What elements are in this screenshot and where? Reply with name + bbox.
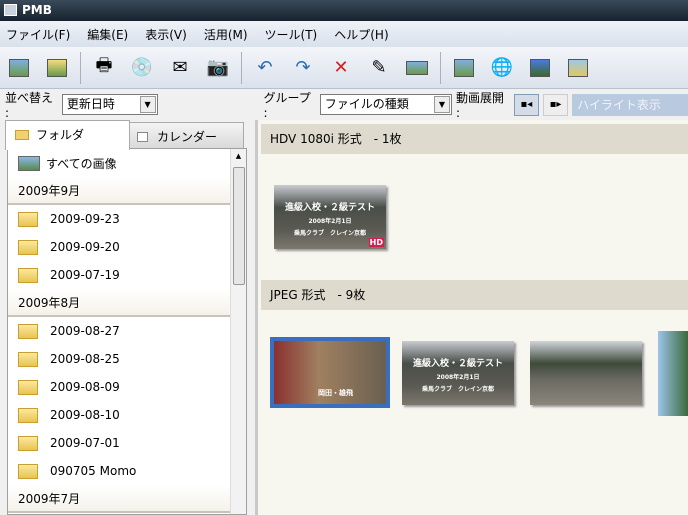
sort-value: 更新日時	[66, 97, 115, 111]
collapse-video-button[interactable]: ▪◂	[513, 93, 539, 116]
item-label: 2009-08-25	[50, 352, 120, 366]
export-map-icon[interactable]	[563, 53, 593, 83]
thumb-title: 進級入校・２級テスト	[412, 359, 503, 369]
item-label: 090705 Momo	[50, 464, 137, 478]
item-label: 2009-08-27	[50, 324, 120, 338]
folder-icon	[18, 239, 38, 255]
left-panel: カレンダー フォルダ すべての画像 2009年9月 2009-09-23 200…	[0, 120, 258, 515]
title-bar: PMB	[0, 0, 688, 21]
folder-icon	[18, 323, 38, 339]
folder-icon	[18, 267, 38, 283]
thumbnail[interactable]	[530, 341, 642, 405]
list-item[interactable]: 2009-09-23	[8, 205, 230, 233]
list-item[interactable]: 090705 Momo	[8, 457, 230, 485]
list-item[interactable]: 2009-08-25	[8, 345, 230, 373]
thumbnail-video[interactable]: 進級入校・２級テスト 2008年2月1日 乗馬クラブ クレイン京都 HD	[274, 185, 386, 249]
menu-view[interactable]: 表示(V)	[145, 26, 187, 43]
thumb-date: 2008年2月1日	[436, 374, 480, 381]
item-label: 2009-07-19	[50, 268, 120, 282]
export-camera-icon[interactable]: 📷	[203, 53, 233, 83]
print-icon[interactable]: 🖶	[89, 53, 119, 83]
item-label: 2009-07-01	[50, 436, 120, 450]
thumb-place: 乗馬クラブ クレイン京都	[421, 386, 494, 393]
chevron-down-icon: ▼	[139, 96, 156, 113]
item-label: 2009-09-23	[50, 212, 120, 226]
edit-tools-icon[interactable]: ✎	[364, 53, 394, 83]
toolbar: 🖶 💿 ✉ 📷 ↶ ↷ ✕ ✎ 🌐	[0, 47, 688, 89]
window-title: PMB	[22, 3, 52, 17]
thumb-caption: 岡田・雄飛	[318, 389, 353, 397]
list-item[interactable]: 2009-07-19	[8, 261, 230, 289]
month-header[interactable]: 2009年8月	[8, 289, 230, 317]
thumb-title: 進級入校・２級テスト	[284, 203, 375, 213]
folder-icon	[18, 379, 38, 395]
calendar-icon	[137, 132, 148, 142]
group-header-jpeg: JPEG 形式 - 9枚	[261, 280, 688, 310]
thumbnail[interactable]	[658, 331, 688, 416]
group-select[interactable]: ファイルの種類 ▼	[319, 94, 452, 115]
folder-icon	[15, 130, 29, 140]
disc-icon[interactable]: 💿	[127, 53, 157, 83]
import-folder-icon[interactable]	[42, 53, 72, 83]
horse-photo: 岡田・雄飛	[274, 341, 386, 404]
tab-folder[interactable]: フォルダ	[5, 120, 130, 150]
globe-icon[interactable]: 🌐	[487, 53, 517, 83]
menu-edit[interactable]: 編集(E)	[87, 26, 128, 43]
video-expand-label: 動画展開 :	[455, 91, 504, 120]
sort-select[interactable]: 更新日時 ▼	[61, 94, 158, 115]
rotate-right-icon[interactable]: ↷	[288, 53, 318, 83]
item-label: 2009-08-10	[50, 408, 120, 422]
item-label: すべての画像	[46, 156, 117, 171]
list-item[interactable]: 2009-08-09	[8, 373, 230, 401]
scroll-up-icon[interactable]: ▲	[231, 149, 246, 163]
slideshow-icon[interactable]	[402, 53, 432, 83]
images-icon	[18, 155, 40, 171]
folder-icon	[18, 463, 38, 479]
menu-tools[interactable]: ツール(T)	[265, 26, 318, 43]
app-icon	[4, 4, 17, 16]
scroll-thumb[interactable]	[233, 167, 245, 285]
item-label: 2009-09-20	[50, 240, 120, 254]
thumbnail-selected[interactable]: 岡田・雄飛	[270, 337, 390, 408]
chevron-down-icon: ▼	[433, 96, 450, 113]
list-item[interactable]: 2009-07-01	[8, 429, 230, 457]
option-row: 並べ替え : 更新日時 ▼ グループ : ファイルの種類 ▼ 動画展開 : ▪◂ ▪…	[0, 89, 688, 120]
scrollbar[interactable]: ▲	[230, 149, 246, 514]
list-item-all-images[interactable]: すべての画像	[8, 149, 230, 177]
folder-icon	[18, 435, 38, 451]
highlight-select[interactable]: ハイライト表示	[572, 93, 688, 116]
folder-icon	[18, 407, 38, 423]
group-label: グループ :	[263, 91, 311, 120]
folder-icon	[18, 211, 38, 227]
thumbnail[interactable]: 進級入校・２級テスト 2008年2月1日 乗馬クラブ クレイン京都	[402, 341, 514, 405]
rotate-left-icon[interactable]: ↶	[250, 53, 280, 83]
map-icon[interactable]	[449, 53, 479, 83]
month-header[interactable]: 2009年9月	[8, 177, 230, 205]
thumb-date: 2008年2月1日	[308, 218, 352, 225]
mail-icon[interactable]: ✉	[165, 53, 195, 83]
group-header-hdv: HDV 1080i 形式 - 1枚	[261, 124, 688, 154]
expand-video-button[interactable]: ▪▸	[542, 93, 569, 116]
sort-label: 並べ替え :	[5, 91, 54, 120]
folder-icon	[18, 351, 38, 367]
tab-folder-label: フォルダ	[36, 128, 85, 142]
group-value: ファイルの種類	[324, 97, 409, 111]
tab-calendar-label: カレンダー	[157, 130, 218, 144]
hd-badge-icon: HD	[368, 238, 384, 247]
item-label: 2009-08-09	[50, 380, 120, 394]
month-header[interactable]: 2009年7月	[8, 485, 230, 513]
menu-bar: ファイル(F) 編集(E) 表示(V) 活用(M) ツール(T) ヘルプ(H)	[0, 21, 688, 47]
panorama-icon[interactable]	[525, 53, 555, 83]
menu-help[interactable]: ヘルプ(H)	[334, 26, 388, 43]
menu-use[interactable]: 活用(M)	[204, 26, 248, 43]
folder-list: すべての画像 2009年9月 2009-09-23 2009-09-20 200…	[7, 148, 247, 515]
list-item[interactable]: 2009-08-27	[8, 317, 230, 345]
list-item[interactable]: 2009-08-10	[8, 401, 230, 429]
list-item[interactable]: 2009-09-20	[8, 233, 230, 261]
tab-calendar[interactable]: カレンダー	[126, 122, 244, 150]
menu-file[interactable]: ファイル(F)	[6, 26, 70, 43]
delete-icon[interactable]: ✕	[326, 53, 356, 83]
import-camera-icon[interactable]	[4, 53, 34, 83]
thumb-place: 乗馬クラブ クレイン京都	[293, 230, 366, 237]
